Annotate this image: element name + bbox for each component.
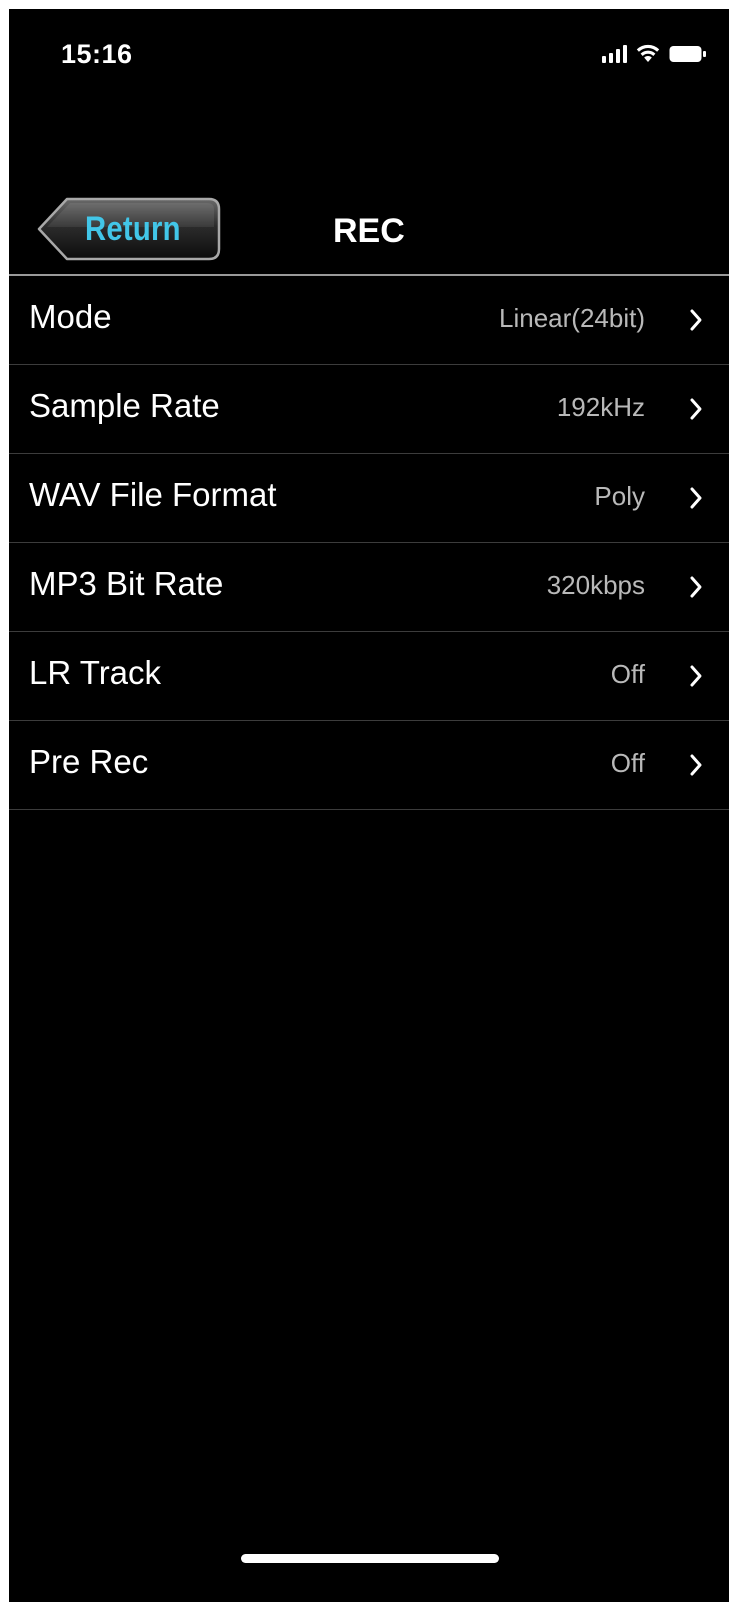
setting-label: LR Track [29, 654, 162, 691]
setting-label: Sample Rate [29, 387, 220, 424]
setting-value: Linear(24bit) [499, 303, 645, 333]
page-title: REC [333, 212, 405, 250]
battery-icon [669, 45, 707, 63]
setting-label: MP3 Bit Rate [29, 565, 224, 602]
setting-row-wav-file-format[interactable]: WAV File Format Poly [9, 454, 729, 543]
setting-row-mode[interactable]: Mode Linear(24bit) [9, 276, 729, 365]
chevron-right-icon [690, 398, 702, 420]
chevron-right-icon [690, 576, 702, 598]
setting-label: Pre Rec [29, 743, 149, 780]
setting-label: Mode [29, 298, 112, 335]
status-icons [602, 43, 707, 63]
cellular-signal-icon [602, 43, 627, 63]
status-time: 15:16 [61, 39, 133, 69]
setting-value: 192kHz [556, 392, 645, 422]
chevron-right-icon [690, 754, 702, 776]
setting-label: WAV File Format [29, 476, 277, 513]
setting-row-lr-track[interactable]: LR Track Off [9, 632, 729, 721]
setting-row-pre-rec[interactable]: Pre Rec Off [9, 721, 729, 810]
navigation-bar: Return REC [9, 194, 729, 274]
settings-list: Mode Linear(24bit) Sample Rate 192kHz WA… [9, 276, 729, 810]
chevron-right-icon [690, 665, 702, 687]
setting-value: Poly [594, 481, 645, 511]
return-label: Return [85, 210, 181, 248]
wifi-icon [635, 43, 661, 63]
status-bar: 15:16 [9, 9, 729, 99]
setting-value: 320kbps [546, 570, 645, 600]
chevron-right-icon [690, 309, 702, 331]
chevron-right-icon [690, 487, 702, 509]
return-button[interactable]: Return [37, 197, 221, 261]
setting-value: Off [610, 748, 645, 778]
setting-row-mp3-bit-rate[interactable]: MP3 Bit Rate 320kbps [9, 543, 729, 632]
app-screen: 15:16 Return REC Mode Linear(24bit) Samp… [9, 9, 729, 1602]
setting-row-sample-rate[interactable]: Sample Rate 192kHz [9, 365, 729, 454]
setting-value: Off [610, 659, 645, 689]
home-indicator[interactable] [241, 1554, 499, 1563]
